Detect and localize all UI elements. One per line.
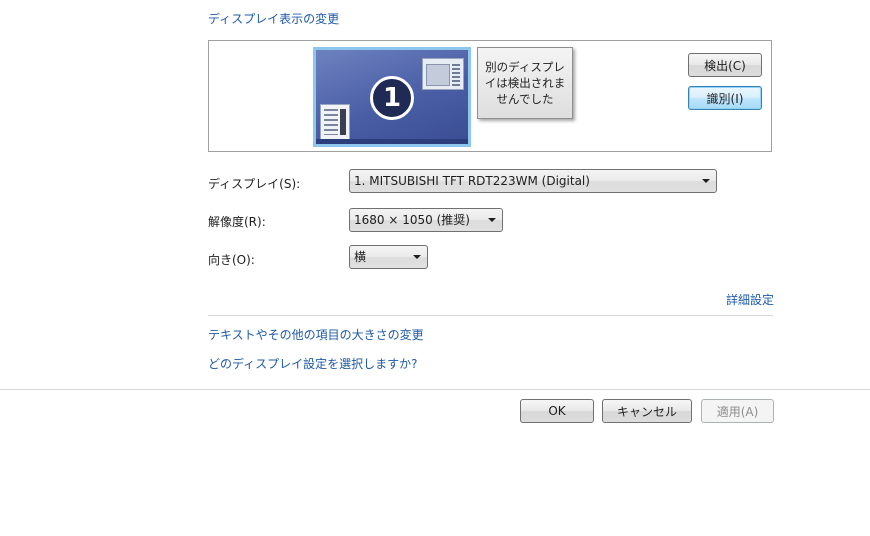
page-title: ディスプレイ表示の変更: [208, 12, 340, 26]
orientation-select[interactable]: 横: [349, 245, 428, 269]
resolution-label: 解像度(R):: [208, 215, 266, 229]
monitor-1-thumbnail[interactable]: 1: [313, 47, 471, 147]
which-settings-link[interactable]: どのディスプレイ設定を選択しますか?: [208, 355, 418, 372]
orientation-select-value: 横: [354, 250, 367, 264]
monitor-number-badge: 1: [370, 76, 414, 120]
cancel-button[interactable]: キャンセル: [602, 399, 692, 423]
resolution-select[interactable]: 1680 × 1050 (推奨): [349, 208, 503, 232]
display-select-value: 1. MITSUBISHI TFT RDT223WM (Digital): [354, 174, 590, 188]
chevron-down-icon: [413, 255, 421, 259]
ok-button[interactable]: OK: [520, 399, 594, 423]
text-size-link[interactable]: テキストやその他の項目の大きさの変更: [208, 326, 424, 343]
document-preview-icon: [320, 104, 350, 140]
window-preview-icon: [422, 58, 464, 90]
display-select[interactable]: 1. MITSUBISHI TFT RDT223WM (Digital): [349, 169, 717, 193]
section-divider: [208, 315, 773, 316]
display-preview-panel: 1 別のディスプレイは検出されませんでした 検出(C) 識別(I): [208, 40, 772, 152]
resolution-select-value: 1680 × 1050 (推奨): [354, 213, 470, 227]
chevron-down-icon: [488, 218, 496, 222]
monitor-2-message: 別のディスプレイは検出されませんでした: [484, 60, 566, 106]
apply-button[interactable]: 適用(A): [701, 399, 774, 423]
footer-divider: [0, 389, 870, 390]
chevron-down-icon: [702, 179, 710, 183]
detect-button[interactable]: 検出(C): [688, 53, 762, 77]
orientation-label: 向き(O):: [208, 253, 255, 267]
advanced-settings-link[interactable]: 詳細設定: [726, 291, 774, 308]
display-label: ディスプレイ(S):: [208, 177, 301, 191]
identify-button[interactable]: 識別(I): [688, 86, 762, 110]
monitor-2-not-detected[interactable]: 別のディスプレイは検出されませんでした: [477, 47, 573, 119]
